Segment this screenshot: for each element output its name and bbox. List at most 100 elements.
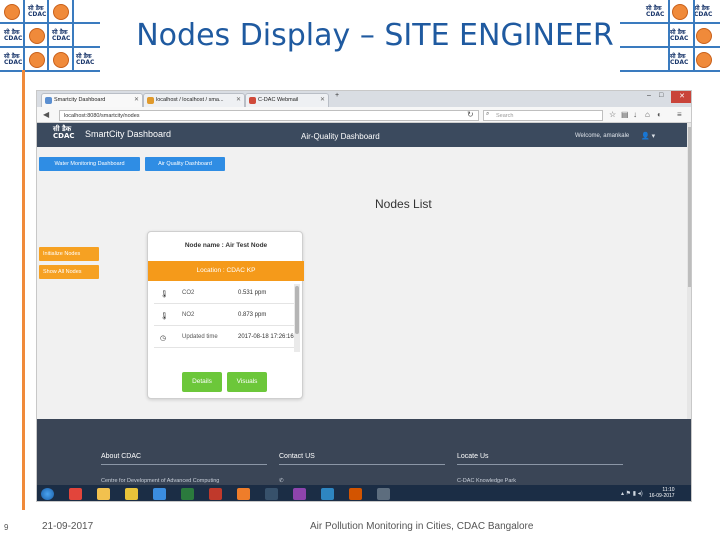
search-icon: ⌕ xyxy=(486,111,490,117)
scroll-thumb[interactable] xyxy=(295,286,299,334)
taskbar-clock[interactable]: 11:10 16-09-2017 xyxy=(649,487,675,499)
favicon-icon xyxy=(147,97,154,104)
tab-webmail[interactable]: C-DAC Webmail ✕ xyxy=(245,93,329,107)
file-explorer-icon[interactable] xyxy=(97,488,110,500)
page-scrollbar[interactable] xyxy=(687,123,691,419)
internet-explorer-icon[interactable] xyxy=(153,488,166,500)
card-scrollbar[interactable] xyxy=(294,284,300,352)
maximize-icon[interactable]: □ xyxy=(659,92,663,99)
reading-row: ◷ Updated time 2017-08-18 17:26:16 xyxy=(154,328,296,348)
building-icon xyxy=(53,52,69,68)
close-tab-icon[interactable]: ✕ xyxy=(320,96,325,103)
grid-line xyxy=(72,0,74,70)
tab-label: C-DAC Webmail xyxy=(258,97,299,103)
node-name: Node name : Air Test Node xyxy=(184,242,268,249)
address-bar: ◀ localhost:8080/smartcity/nodes ↻ Searc… xyxy=(37,107,691,123)
start-button-icon[interactable] xyxy=(41,488,54,500)
chrome-icon[interactable] xyxy=(69,488,82,500)
brand-link[interactable]: SmartCity Dashboard xyxy=(85,129,171,139)
initialize-nodes-button[interactable]: Initialize Nodes xyxy=(39,247,99,261)
cdac-logo: सी डैक CDAC xyxy=(670,53,689,66)
cdac-logo: सी डैक CDAC xyxy=(76,53,95,66)
cdac-logo: सी डैक CDAC xyxy=(28,5,47,18)
app-icon[interactable] xyxy=(293,488,306,500)
reading-value: 0.531 ppm xyxy=(238,290,267,296)
cdac-logo: सी डैक CDAC xyxy=(670,29,689,42)
cdac-logo: सी डैक CDAC xyxy=(52,29,71,42)
close-tab-icon[interactable]: ✕ xyxy=(134,96,139,103)
cdac-logo: सी डैक CDAC xyxy=(694,5,713,18)
dashboard-title: Air-Quality Dashboard xyxy=(301,132,380,141)
water-monitoring-button[interactable]: Water Monitoring Dashboard xyxy=(39,157,140,171)
search-input[interactable]: Search xyxy=(483,110,603,121)
app-icon[interactable] xyxy=(125,488,138,500)
favicon-icon xyxy=(45,97,52,104)
windows-taskbar: ▴ ⚑ ▮ ◂) 11:10 16-09-2017 xyxy=(37,485,691,501)
node-card: Node name : Air Test Node Location : CDA… xyxy=(147,231,304,399)
thermometer-icon: 🌡 xyxy=(160,291,169,298)
grid-line xyxy=(620,70,720,72)
home-icon[interactable]: ⌂ xyxy=(645,110,650,119)
tray-icons[interactable]: ▴ ⚑ ▮ ◂) xyxy=(621,490,643,497)
word-icon[interactable] xyxy=(321,488,334,500)
close-window-icon[interactable]: ✕ xyxy=(671,91,691,103)
cdac-logo: सी डैक CDAC xyxy=(646,5,665,18)
grid-line xyxy=(668,0,670,70)
reading-value: 0.873 ppm xyxy=(238,312,267,318)
app-icon[interactable] xyxy=(265,488,278,500)
footer-locate-text: C-DAC Knowledge Park xyxy=(457,478,516,484)
cdac-logo: सी डैक CDAC xyxy=(4,29,23,42)
tab-localhost[interactable]: localhost / localhost / sma... ✕ xyxy=(143,93,245,107)
grid-line xyxy=(693,0,695,70)
bookmarks-icon[interactable]: ▤ xyxy=(621,110,629,119)
powerpoint-icon[interactable] xyxy=(349,488,362,500)
app-icon[interactable] xyxy=(209,488,222,500)
star-icon[interactable]: ☆ xyxy=(609,110,616,119)
tap-icon xyxy=(696,52,712,68)
welcome-text: Welcome, amankale xyxy=(575,133,630,139)
tab-bar: Smartcity Dashboard ✕ localhost / localh… xyxy=(37,91,691,107)
app-icon[interactable] xyxy=(377,488,390,500)
stethoscope-icon xyxy=(672,4,688,20)
tab-smartcity[interactable]: Smartcity Dashboard ✕ xyxy=(41,93,143,107)
footer-about-title: About CDAC xyxy=(101,453,267,465)
scroll-thumb[interactable] xyxy=(688,127,691,287)
url-input[interactable]: localhost:8080/smartcity/nodes xyxy=(59,110,479,121)
download-icon[interactable]: ↓ xyxy=(633,110,637,119)
grid-line xyxy=(0,46,100,48)
phone-icon xyxy=(696,28,712,44)
reload-icon[interactable]: ↻ xyxy=(467,110,474,119)
user-menu-icon[interactable]: 👤 ▾ xyxy=(641,132,655,140)
close-tab-icon[interactable]: ✕ xyxy=(236,96,241,103)
details-button[interactable]: Details xyxy=(182,372,222,392)
footer-contact-title: Contact US xyxy=(279,453,445,465)
air-quality-button[interactable]: Air Quality Dashboard xyxy=(145,157,225,171)
app-icon[interactable] xyxy=(181,488,194,500)
firefox-icon[interactable] xyxy=(237,488,250,500)
show-all-nodes-button[interactable]: Show All Nodes xyxy=(39,265,99,279)
grid-line xyxy=(620,46,720,48)
grid-line xyxy=(0,22,100,24)
new-tab-button[interactable]: + xyxy=(335,92,339,99)
footer-locate-title: Locate Us xyxy=(457,453,623,465)
back-icon[interactable]: ◀ xyxy=(43,110,49,119)
grid-line xyxy=(620,22,720,24)
slide-title: Nodes Display – SITE ENGINEER xyxy=(136,18,614,53)
menu-icon[interactable]: ≡ xyxy=(677,110,682,119)
pocket-icon[interactable]: ◐ xyxy=(657,110,662,119)
reading-label: CO2 xyxy=(182,290,195,296)
right-logo-grid: सी डैक CDAC सी डैक CDAC सी डैक CDAC सी डैक C… xyxy=(620,0,720,80)
slide-footer: Air Pollution Monitoring in Cities, CDAC… xyxy=(310,521,534,532)
reading-row: 🌡 CO2 0.531 ppm xyxy=(154,284,296,304)
reading-label: Updated time xyxy=(182,334,218,340)
visuals-button[interactable]: Visuals xyxy=(227,372,267,392)
grid-line xyxy=(0,70,100,72)
node-readings: 🌡 CO2 0.531 ppm 🌡 NO2 0.873 ppm ◷ Update… xyxy=(154,284,296,354)
minimize-icon[interactable]: – xyxy=(647,92,651,99)
tab-label: localhost / localhost / sma... xyxy=(156,97,224,103)
cdac-logo: सी डैक CDAC xyxy=(4,53,23,66)
reading-label: NO2 xyxy=(182,312,195,318)
site-footer: About CDAC Centre for Development of Adv… xyxy=(37,419,691,485)
water-icon xyxy=(53,4,69,20)
reading-value: 2017-08-18 17:26:16 xyxy=(238,334,294,340)
